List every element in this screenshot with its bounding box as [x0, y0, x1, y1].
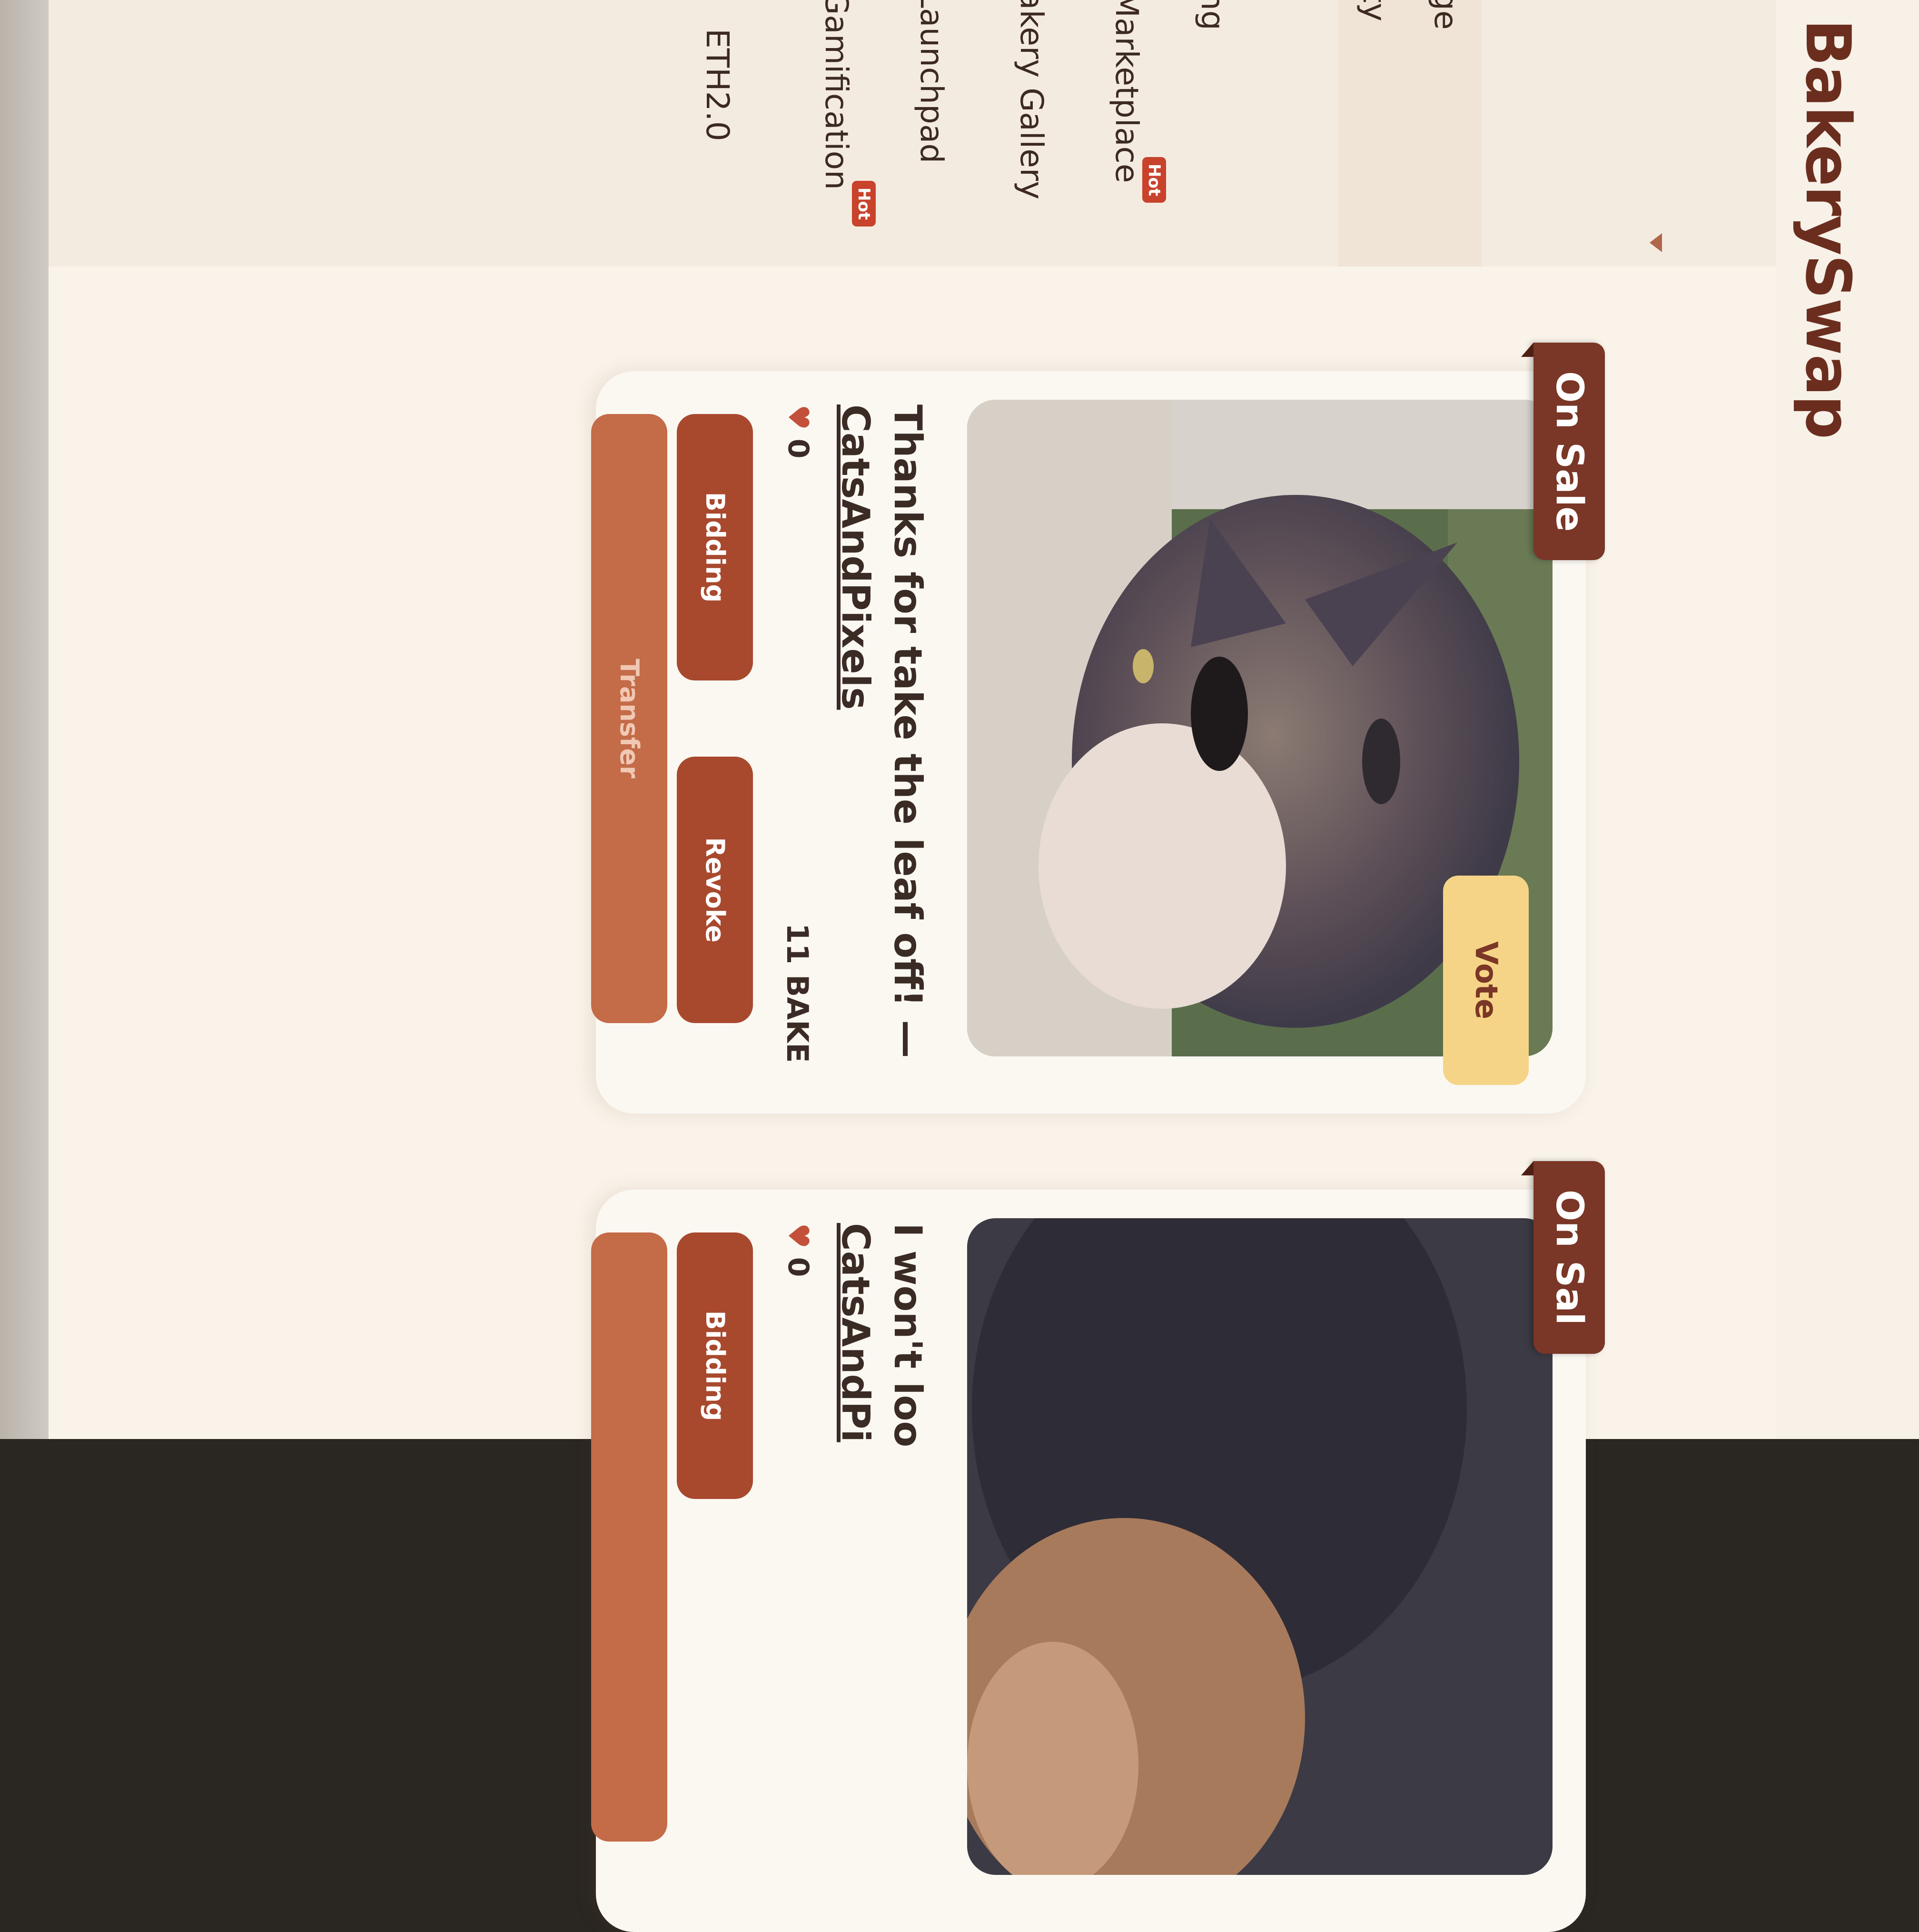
sidebar-item-ge[interactable]: ge [1410, 0, 1481, 266]
monitor-bezel [0, 0, 49, 1439]
creator-link[interactable]: CatsAndPi [829, 1223, 881, 1447]
nft-title-text: Thanks for take the leaf off! — [886, 404, 930, 1058]
nft-image[interactable] [967, 1218, 1553, 1875]
likes-count[interactable]: ♥0 [781, 404, 815, 459]
heart-icon[interactable]: ♥ [781, 404, 815, 430]
bakeryswap-logo[interactable]: BakerySwap [1792, 19, 1864, 438]
creator-link[interactable]: CatsAndPixels [829, 404, 881, 1058]
nft-title-text: I won't loo [886, 1223, 930, 1448]
rotated-photo-stage: BakerySwap ge ty ng Marketplace Hot aker… [0, 0, 1919, 1932]
revoke-button[interactable]: Revoke [677, 757, 753, 1023]
chevron-down-icon[interactable] [1650, 233, 1662, 252]
sidebar-item-ty[interactable]: ty [1338, 0, 1410, 266]
sidebar-item-launchpad[interactable]: Launchpad [896, 0, 967, 266]
sidebar-item-label: Marketplace [1108, 0, 1145, 183]
on-sale-ribbon: On Sale [1533, 343, 1605, 561]
sidebar-item-eth2[interactable]: ETH2.0 [682, 0, 753, 266]
transfer-button[interactable] [591, 1232, 667, 1842]
cat-photo [967, 1218, 1553, 1875]
sidebar-item-label: Launchpad [913, 0, 950, 164]
bidding-button[interactable]: Bidding [677, 414, 753, 680]
nft-title: I won't loo CatsAndPi [829, 1223, 934, 1447]
likes-value: 0 [781, 438, 815, 459]
sidebar-nav: ge ty ng Marketplace Hot akery Gallery L… [49, 0, 1776, 268]
sidebar-item-label: ng [1194, 0, 1231, 30]
likes-value: 0 [781, 1257, 815, 1277]
transfer-button[interactable]: Transfer [591, 414, 667, 1023]
price-label: 11 BAKE [780, 923, 815, 1063]
sidebar-item-bakery-gallery[interactable]: akery Gallery [996, 0, 1067, 266]
hot-badge: Hot [1142, 157, 1166, 203]
sidebar-item-label: ETH2.0 [699, 29, 736, 141]
nft-grid: On Sale Vote Thanks for take the leaf of… [49, 266, 1776, 1932]
likes-count[interactable]: ♥0 [781, 1223, 815, 1277]
nft-card[interactable]: On Sal I won't loo CatsAndPi ♥0 Bidding [591, 1161, 1605, 1932]
sidebar-item-ng[interactable]: ng [1177, 0, 1248, 266]
sidebar-item-marketplace[interactable]: Marketplace Hot [1091, 0, 1166, 266]
sidebar-item-gamification[interactable]: Gamification Hot [801, 0, 876, 266]
on-sale-ribbon: On Sal [1533, 1161, 1605, 1354]
vote-button[interactable]: Vote [1443, 876, 1529, 1085]
bidding-button[interactable]: Bidding [677, 1232, 753, 1499]
sidebar-item-label: akery Gallery [1013, 0, 1050, 200]
nft-title: Thanks for take the leaf off! — CatsAndP… [829, 404, 934, 1058]
sidebar-item-label: ge [1427, 0, 1464, 30]
sidebar-item-label: ty [1356, 0, 1393, 21]
nft-card[interactable]: On Sale Vote Thanks for take the leaf of… [591, 343, 1605, 1114]
site-header: BakerySwap [1775, 0, 1919, 1439]
hot-badge: Hot [852, 181, 876, 227]
browser-viewport: BakerySwap ge ty ng Marketplace Hot aker… [49, 0, 1919, 1932]
sidebar-item-label: Gamification [818, 0, 855, 190]
heart-icon[interactable]: ♥ [781, 1223, 815, 1249]
